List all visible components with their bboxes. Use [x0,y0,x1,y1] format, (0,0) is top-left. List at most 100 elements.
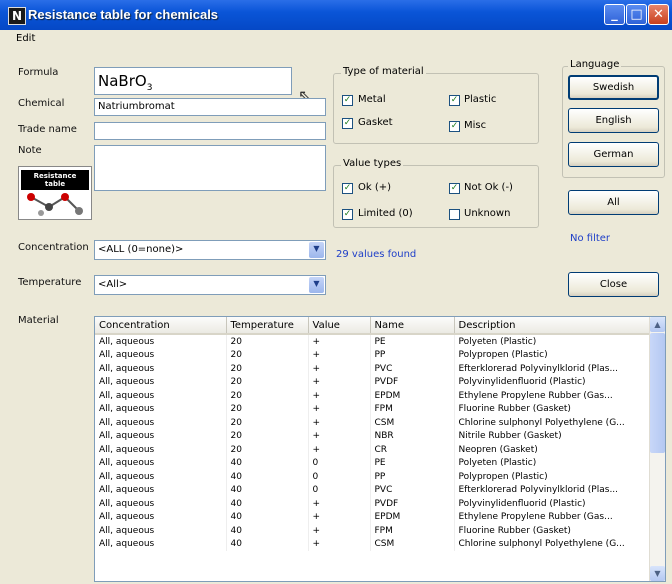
svg-text:Resistance: Resistance [34,172,77,180]
table-cell: Ethylene Propylene Rubber (Gas... [454,510,652,524]
table-cell: Fluorine Rubber (Gasket) [454,402,652,416]
table-cell: + [308,389,371,403]
values-found: 29 values found [336,249,417,260]
column-header-name[interactable]: Name [370,317,455,335]
all-button[interactable]: All [568,190,659,215]
menu-bar [0,30,672,48]
table-cell: EPDM [370,389,455,403]
svg-text:table: table [45,180,65,188]
ok-checkbox[interactable]: ✓ [342,183,353,194]
unknown-checkbox[interactable] [449,209,460,220]
vertical-scrollbar[interactable]: ▲ ▼ [649,317,665,581]
table-cell: Polyeten (Plastic) [454,334,652,349]
table-row[interactable]: All, aqueous 20 + PVC Efterklorerad Polyviny… [95,362,652,376]
limited-checkbox[interactable]: ✓ [342,209,353,220]
chemical-value: Natriumbromat [98,101,175,112]
table-cell: All, aqueous [95,537,227,551]
table-row[interactable]: All, aqueous 40 0 PP Polypropen (Plastic) [95,470,652,484]
table-cell: All, aqueous [95,348,227,362]
metal-label: Metal [358,94,386,105]
table-row[interactable]: All, aqueous 40 0 PVC Efterklorerad Polyviny… [95,483,652,497]
table-header-row: Concentration Temperature Value Name Descrip… [95,317,652,335]
concentration-select[interactable]: <ALL (0=none)> ▼ [94,240,326,260]
table-row[interactable]: All, aqueous 20 + PP Polypropen (Plastic) [95,348,652,362]
minimize-button[interactable]: _ [604,4,625,25]
table-cell: All, aqueous [95,375,227,389]
table-cell: All, aqueous [95,334,227,349]
table-row[interactable]: All, aqueous 20 + CSM Chlorine sulphonyl Pol… [95,416,652,430]
table-row[interactable]: All, aqueous 40 + FPM Fluorine Rubber (Gaske… [95,524,652,538]
table-cell: + [308,524,371,538]
material-table[interactable]: Concentration Temperature Value Name Descrip… [94,316,666,582]
plastic-checkbox[interactable]: ✓ [449,95,460,106]
formula-subscript: 3 [146,83,153,93]
scroll-up-icon[interactable]: ▲ [650,317,665,332]
maximize-button[interactable]: □ [626,4,647,25]
chemical-field[interactable]: Natriumbromat [94,98,326,116]
column-header-value[interactable]: Value [308,317,371,335]
note-field[interactable] [94,145,326,191]
table-row[interactable]: All, aqueous 20 + FPM Fluorine Rubber (Gaske… [95,402,652,416]
column-header-concentration[interactable]: Concentration [95,317,227,335]
close-window-button[interactable]: ✕ [648,4,669,25]
not-ok-checkbox[interactable]: ✓ [449,183,460,194]
table-cell: NBR [370,429,455,443]
table-row[interactable]: All, aqueous 40 0 PE Polyeten (Plastic) [95,456,652,470]
table-cell: 20 [226,429,309,443]
table-cell: PE [370,334,455,349]
table-cell: Polyvinylidenfluorid (Plastic) [454,497,652,511]
table-cell: All, aqueous [95,402,227,416]
table-cell: EPDM [370,510,455,524]
menu-edit[interactable]: Edit [16,33,35,44]
temperature-select[interactable]: <All> ▼ [94,275,326,295]
table-cell: All, aqueous [95,389,227,403]
table-cell: All, aqueous [95,416,227,430]
column-header-description[interactable]: Description [454,317,652,335]
german-button[interactable]: German [568,142,659,167]
table-cell: CSM [370,537,455,551]
table-row[interactable]: All, aqueous 20 + EPDM Ethylene Propylene Ru… [95,389,652,403]
table-row[interactable]: All, aqueous 20 + NBR Nitrile Rubber (Gasket… [95,429,652,443]
table-cell: + [308,429,371,443]
table-cell: + [308,348,371,362]
table-row[interactable]: All, aqueous 40 + PVDF Polyvinylidenfluorid … [95,497,652,511]
chevron-down-icon[interactable]: ▼ [309,242,324,258]
table-cell: 40 [226,470,309,484]
gasket-checkbox[interactable]: ✓ [342,118,353,129]
table-cell: 40 [226,510,309,524]
table-cell: Polyeten (Plastic) [454,456,652,470]
close-button[interactable]: Close [568,272,659,297]
table-row[interactable]: All, aqueous 20 + CR Neopren (Gasket) [95,443,652,457]
table-row[interactable]: All, aqueous 20 + PVDF Polyvinylidenfluorid … [95,375,652,389]
table-cell: 20 [226,416,309,430]
misc-checkbox[interactable]: ✓ [449,121,460,132]
table-cell: 40 [226,456,309,470]
table-cell: PVC [370,362,455,376]
english-button[interactable]: English [568,108,659,133]
table-cell: Efterklorerad Polyvinylklorid (Plas... [454,362,652,376]
table-cell: Efterklorerad Polyvinylklorid (Plas... [454,483,652,497]
scroll-down-icon[interactable]: ▼ [650,566,665,581]
scroll-thumb[interactable] [650,333,665,453]
temperature-value: <All> [98,279,128,290]
chevron-down-icon[interactable]: ▼ [309,277,324,293]
limited-label: Limited (0) [358,208,413,219]
column-header-temperature[interactable]: Temperature [226,317,309,335]
table-cell: Chlorine sulphonyl Polyethylene (G... [454,416,652,430]
table-cell: All, aqueous [95,362,227,376]
formula-field[interactable]: NaBrO3 [94,67,292,95]
table-row[interactable]: All, aqueous 20 + PE Polyeten (Plastic) [95,334,652,349]
table-row[interactable]: All, aqueous 40 + EPDM Ethylene Propylene Ru… [95,510,652,524]
table-cell: All, aqueous [95,456,227,470]
misc-label: Misc [464,120,487,131]
metal-checkbox[interactable]: ✓ [342,95,353,106]
filter-status: No filter [570,233,611,244]
table-cell: 0 [308,483,371,497]
swedish-button[interactable]: Swedish [568,75,659,100]
tradename-label: Trade name [18,124,77,135]
table-row[interactable]: All, aqueous 40 + CSM Chlorine sulphonyl Pol… [95,537,652,551]
table-cell: PE [370,456,455,470]
table-cell: 20 [226,402,309,416]
type-of-material-title: Type of material [341,66,426,77]
tradename-field[interactable] [94,122,326,140]
